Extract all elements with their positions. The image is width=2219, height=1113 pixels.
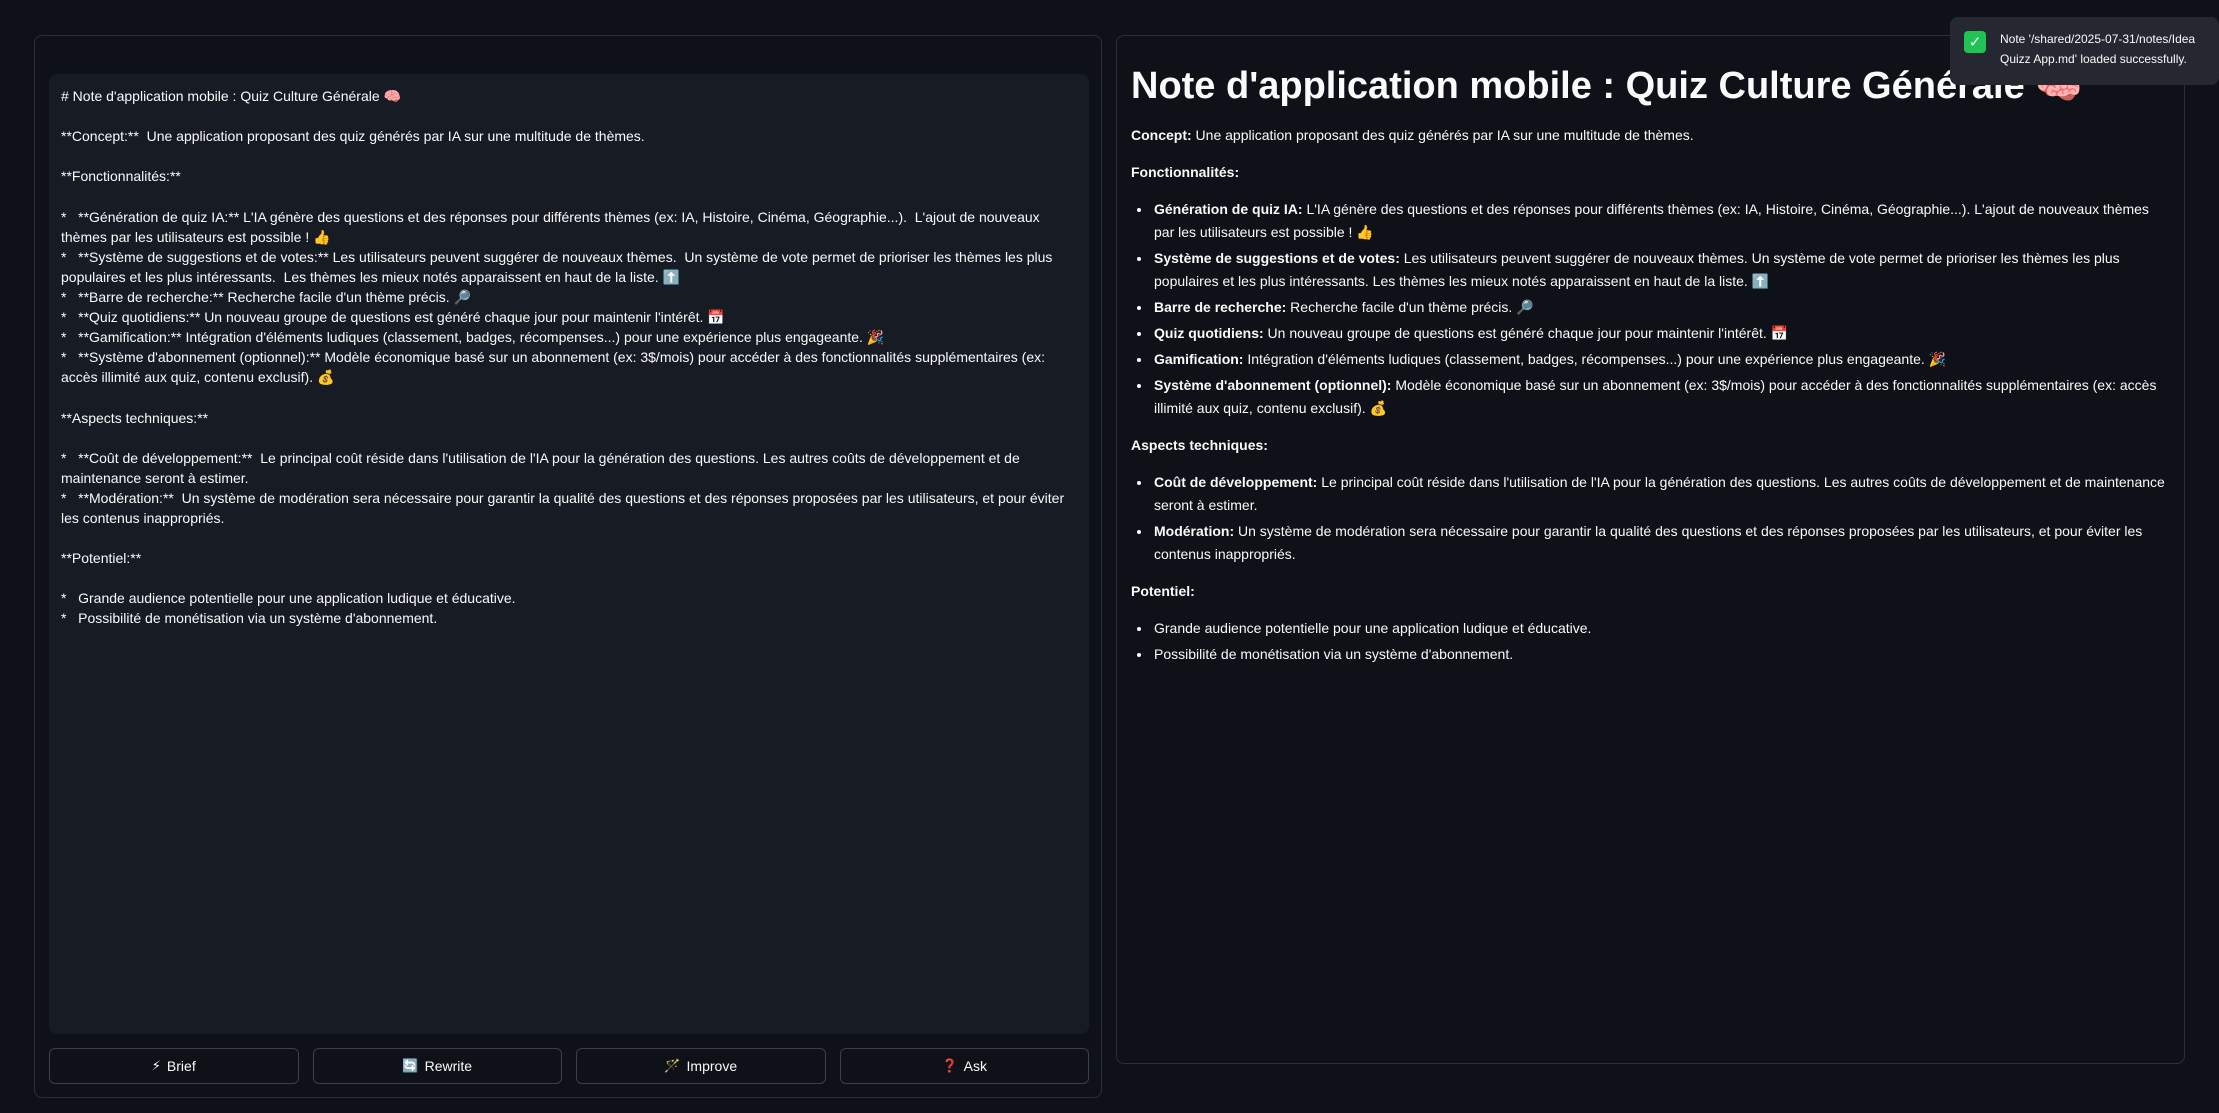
brief-button[interactable]: ⚡ Brief [49, 1048, 299, 1084]
features-list: Génération de quiz IA: L'IA génère des q… [1152, 198, 2170, 420]
list-item-text: L'IA génère des questions et des réponse… [1154, 200, 2149, 240]
list-item-text: Un nouveau groupe de questions est génér… [1263, 324, 1789, 341]
concept-label: Concept: [1131, 126, 1192, 143]
list-item: Gamification: Intégration d'éléments lud… [1152, 348, 2170, 371]
list-item: Modération: Un système de modération ser… [1152, 520, 2170, 566]
list-item-label: Génération de quiz IA: [1154, 200, 1303, 217]
editor-panel: # Note d'application mobile : Quiz Cultu… [34, 35, 1102, 1098]
list-item-text: Intégration d'éléments ludiques (classem… [1243, 350, 1947, 367]
rewrite-button[interactable]: 🔄 Rewrite [312, 1048, 562, 1084]
check-icon: ✓ [1964, 31, 1986, 53]
features-heading-text: Fonctionnalités: [1131, 163, 1240, 180]
question-icon: ❓ [941, 1058, 958, 1073]
toast-message: Note '/shared/2025-07-31/notes/Idea Quiz… [2000, 32, 2196, 66]
tech-list: Coût de développement: Le principal coût… [1152, 471, 2170, 566]
ask-button-label: Ask [963, 1058, 988, 1074]
magic-wand-icon: 🪄 [664, 1058, 681, 1073]
list-item-label: Coût de développement: [1154, 473, 1318, 490]
potential-heading: Potentiel: [1131, 580, 2170, 603]
tech-heading-text: Aspects techniques: [1131, 436, 1268, 453]
concept-text: Une application proposant des quiz génér… [1191, 126, 1694, 143]
lightning-icon: ⚡ [151, 1058, 161, 1073]
improve-button[interactable]: 🪄 Improve [576, 1048, 826, 1084]
note-editor-textarea[interactable]: # Note d'application mobile : Quiz Cultu… [49, 74, 1089, 1034]
list-item-text: Un système de modération sera nécessaire… [1154, 522, 2143, 562]
list-item: Système de suggestions et de votes: Les … [1152, 247, 2170, 293]
list-item-label: Quiz quotidiens: [1154, 324, 1264, 341]
action-button-row: ⚡ Brief 🔄 Rewrite 🪄 Improve ❓ Ask [49, 1048, 1089, 1084]
list-item-label: Système de suggestions et de votes: [1154, 249, 1400, 266]
improve-button-label: Improve [686, 1058, 738, 1074]
list-item: Coût de développement: Le principal coût… [1152, 471, 2170, 517]
rewrite-button-label: Rewrite [424, 1058, 473, 1074]
list-item-label: Modération: [1154, 522, 1235, 539]
list-item: Possibilité de monétisation via un systè… [1152, 643, 2170, 666]
preview-concept: Concept: Une application proposant des q… [1131, 124, 2170, 147]
list-item: Système d'abonnement (optionnel): Modèle… [1152, 374, 2170, 420]
potential-list: Grande audience potentielle pour une app… [1152, 617, 2170, 666]
list-item-label: Système d'abonnement (optionnel): [1154, 376, 1392, 393]
list-item-label: Barre de recherche: [1154, 298, 1287, 315]
list-item-text: Recherche facile d'un thème précis. 🔎 [1286, 298, 1534, 315]
markdown-preview-panel: Note d'application mobile : Quiz Culture… [1116, 35, 2185, 1064]
tech-heading: Aspects techniques: [1131, 434, 2170, 457]
refresh-icon: 🔄 [402, 1058, 419, 1073]
list-item: Quiz quotidiens: Un nouveau groupe de qu… [1152, 322, 2170, 345]
list-item-label: Gamification: [1154, 350, 1244, 367]
features-heading: Fonctionnalités: [1131, 161, 2170, 184]
potential-heading-text: Potentiel: [1131, 582, 1195, 599]
success-toast: ✓ Note '/shared/2025-07-31/notes/Idea Qu… [1950, 17, 2219, 85]
list-item: Grande audience potentielle pour une app… [1152, 617, 2170, 640]
brief-button-label: Brief [166, 1058, 196, 1074]
list-item: Barre de recherche: Recherche facile d'u… [1152, 296, 2170, 319]
list-item: Génération de quiz IA: L'IA génère des q… [1152, 198, 2170, 244]
ask-button[interactable]: ❓ Ask [839, 1048, 1089, 1084]
